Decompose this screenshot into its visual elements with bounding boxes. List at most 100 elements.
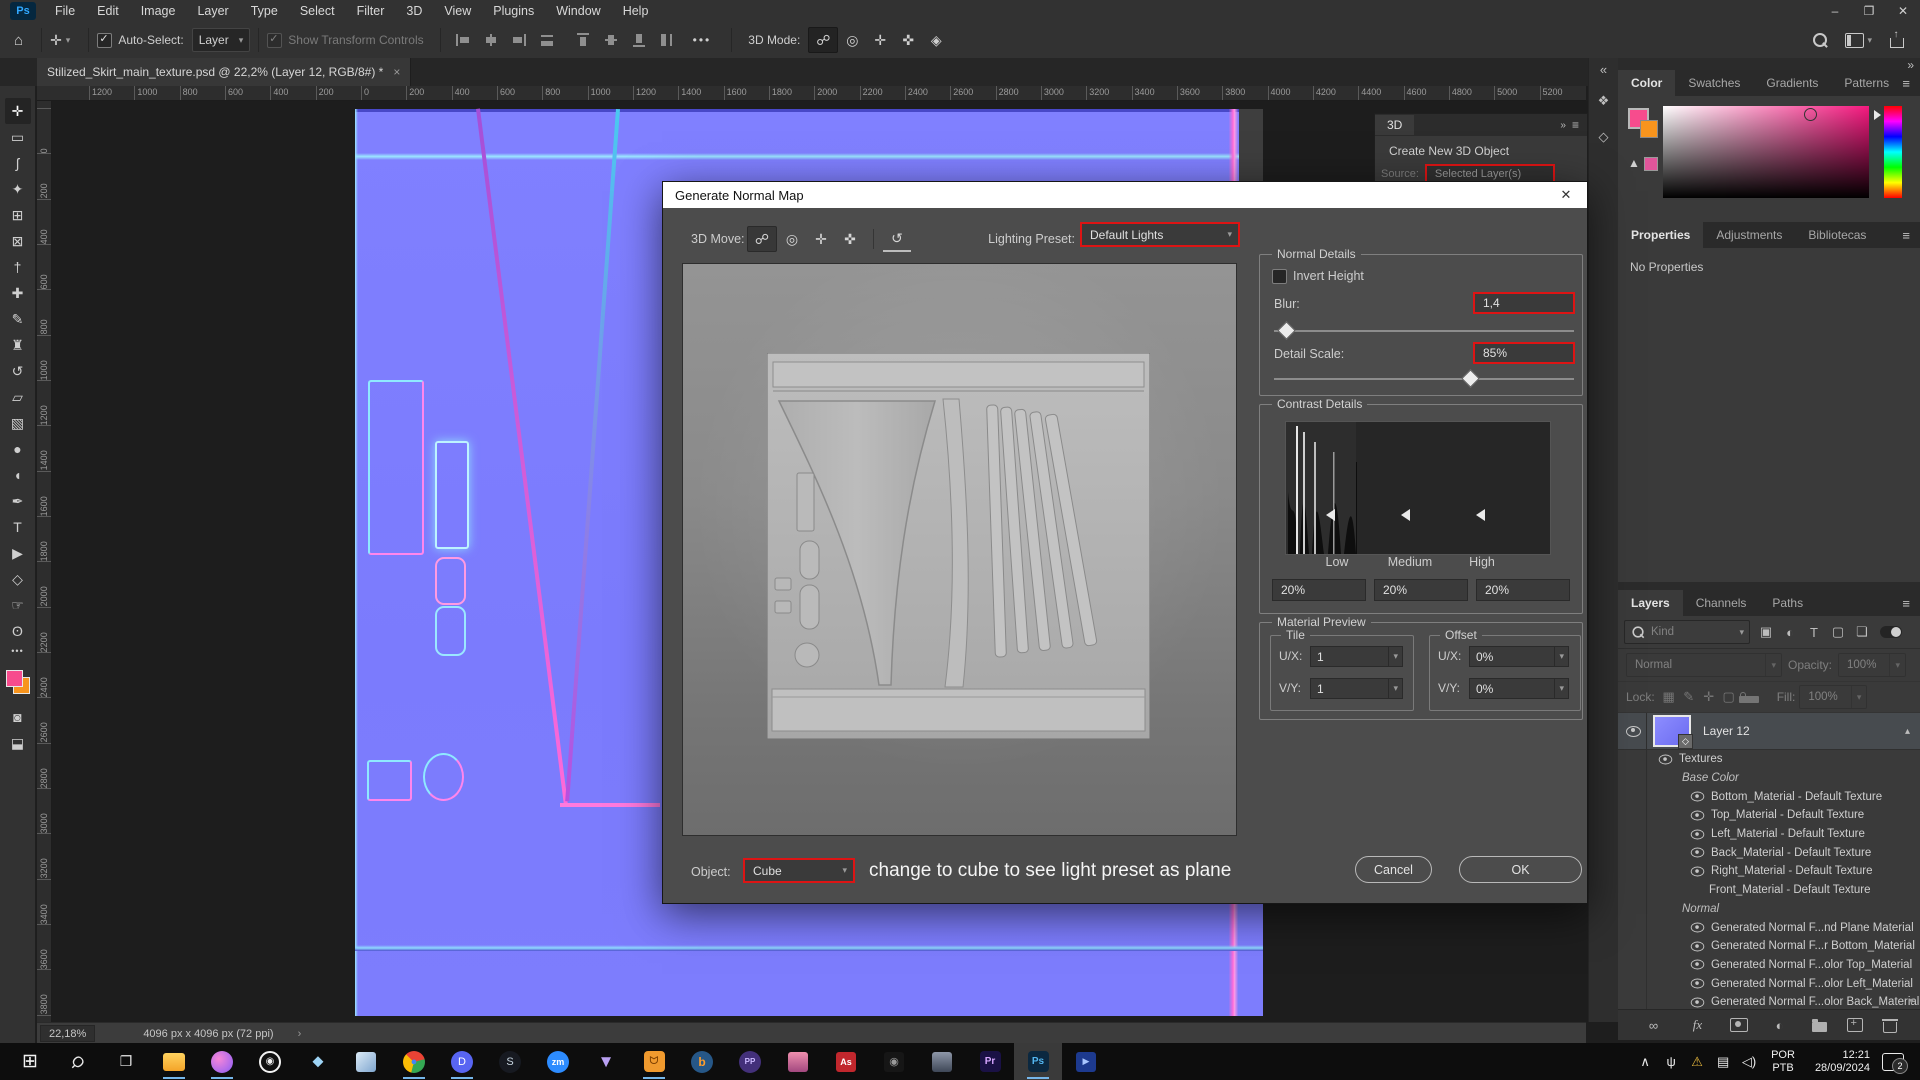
more-align-options-icon[interactable]: ••• <box>693 33 712 47</box>
start-button[interactable]: ⊞ <box>6 1043 54 1080</box>
panel-tab[interactable]: Channels <box>1683 590 1760 616</box>
search-button[interactable]: Ϙ <box>54 1043 102 1080</box>
align-top-icon[interactable] <box>576 32 590 48</box>
panel-tab[interactable]: Swatches <box>1675 70 1753 96</box>
layer-sub-row[interactable]: Generated Normal F...nd Plane Material <box>1618 918 1920 937</box>
invert-height-checkbox[interactable] <box>1272 269 1287 284</box>
menu-item[interactable]: Type <box>240 4 289 18</box>
menu-item[interactable]: 3D <box>395 4 433 18</box>
visibility-eye-icon[interactable] <box>1691 848 1705 858</box>
home-icon[interactable]: ⌂ <box>14 32 23 49</box>
menu-item[interactable]: Layer <box>186 4 239 18</box>
background-color-swatch[interactable] <box>1640 120 1658 138</box>
brush-tool[interactable]: ✎ <box>5 306 31 332</box>
low-contrast-field[interactable]: 20% <box>1272 579 1366 601</box>
restore-button[interactable]: ❐ <box>1852 0 1886 22</box>
eraser-tool[interactable]: ▱ <box>5 384 31 410</box>
screen-mode-icon[interactable]: ⬓ <box>5 730 31 756</box>
document-tab[interactable]: Stilized_Skirt_main_texture.psd @ 22,2% … <box>37 58 411 86</box>
medium-contrast-field[interactable]: 20% <box>1374 579 1468 601</box>
filter-toggle[interactable] <box>1880 626 1902 638</box>
roll-3d-camera-icon[interactable]: ◎ <box>838 28 866 52</box>
search-icon[interactable] <box>1813 33 1827 47</box>
foreground-color-swatch[interactable] <box>6 670 23 687</box>
panel-tab[interactable]: Layers <box>1618 590 1683 616</box>
gamut-color-swatch[interactable] <box>1644 157 1658 171</box>
layer-sub-row[interactable]: Bottom_Material - Default Texture <box>1618 787 1920 806</box>
panel-menu-icon[interactable]: ≡ <box>1892 222 1920 248</box>
type-tool[interactable]: T <box>5 514 31 540</box>
dialog-title-bar[interactable]: Generate Normal Map <box>663 182 1587 208</box>
lasso-tool[interactable]: ʃ <box>5 150 31 176</box>
blender-app[interactable]: b <box>678 1043 726 1080</box>
game-app[interactable]: ◉ <box>870 1043 918 1080</box>
lighting-preset-dropdown[interactable]: Default Lights ▾ <box>1080 222 1240 247</box>
visibility-eye-icon[interactable] <box>1691 829 1705 839</box>
usb-tray-icon[interactable]: ψ <box>1659 1047 1683 1077</box>
visibility-eye-icon[interactable] <box>1691 810 1705 820</box>
layer-row-selected[interactable]: ◇ Layer 12 ▴ <box>1618 713 1920 750</box>
menu-item[interactable]: Plugins <box>482 4 545 18</box>
blur-slider-thumb[interactable] <box>1277 321 1295 339</box>
volume-tray-icon[interactable]: ◁) <box>1737 1047 1761 1077</box>
layer-sub-row[interactable]: Base Color <box>1618 769 1920 788</box>
file-explorer[interactable] <box>150 1043 198 1080</box>
chrome-browser[interactable]: ● <box>390 1043 438 1080</box>
shape-tool[interactable]: ◇ <box>5 566 31 592</box>
visibility-eye-icon[interactable] <box>1659 754 1673 764</box>
visibility-eye-icon[interactable] <box>1691 792 1705 802</box>
filter-adjustment-layers-icon[interactable]: ◐ <box>1778 621 1802 643</box>
close-button[interactable]: ✕ <box>1886 0 1920 22</box>
offset-vy-dropdown[interactable]: 0%▾ <box>1469 678 1569 699</box>
layer-thumbnail[interactable]: ◇ <box>1653 715 1691 747</box>
menu-item[interactable]: Edit <box>86 4 130 18</box>
layer-sub-row[interactable]: Generated Normal F...olor Left_Material <box>1618 974 1920 993</box>
zoom-3d-camera-icon[interactable]: ◈ <box>922 28 950 52</box>
layer-sub-row[interactable]: Left_Material - Default Texture <box>1618 825 1920 844</box>
layer-style-icon[interactable]: fx <box>1686 1014 1710 1036</box>
tile-vy-dropdown[interactable]: 1▾ <box>1310 678 1403 699</box>
visibility-eye-icon[interactable] <box>1691 979 1705 989</box>
collapsed-panel-icon-2[interactable]: ◇ <box>1593 126 1615 148</box>
high-contrast-field[interactable]: 20% <box>1476 579 1570 601</box>
path-selection-tool[interactable]: ▶ <box>5 540 31 566</box>
move-tool[interactable]: ✛ <box>5 98 31 124</box>
menu-item[interactable]: View <box>433 4 482 18</box>
reset-camera-icon[interactable]: ↺ <box>883 226 911 252</box>
scroll-down-chevron-icon[interactable]: ▾ <box>1909 996 1914 1007</box>
menu-item[interactable]: Window <box>545 4 611 18</box>
align-bottom-icon[interactable] <box>632 32 646 48</box>
menu-item[interactable]: Help <box>612 4 660 18</box>
saturation-brightness-field[interactable] <box>1663 106 1869 198</box>
filter-smart-objects-icon[interactable]: ❏ <box>1850 621 1874 643</box>
high-contrast-marker[interactable] <box>1476 509 1485 521</box>
quick-mask-icon[interactable]: ◙ <box>5 704 31 730</box>
detail-scale-field[interactable]: 85% <box>1473 342 1575 364</box>
eyedropper-tool[interactable]: † <box>5 254 31 280</box>
lock-all-icon[interactable] <box>1739 696 1759 703</box>
pan-3d-camera-icon[interactable]: ✛ <box>866 28 894 52</box>
panel-tab[interactable]: Bibliotecas <box>1795 222 1879 248</box>
filter-type-layers-icon[interactable]: T <box>1802 621 1826 643</box>
security-shield-icon[interactable]: ⚠ <box>1685 1047 1709 1077</box>
filter-shape-layers-icon[interactable]: ▢ <box>1826 621 1850 643</box>
visibility-eye-icon[interactable] <box>1691 923 1705 933</box>
minimize-button[interactable]: – <box>1818 0 1852 22</box>
obs-studio[interactable]: ◉ <box>246 1043 294 1080</box>
link-layers-icon[interactable]: ∞ <box>1642 1014 1666 1036</box>
delete-layer-icon[interactable] <box>1883 1022 1897 1033</box>
align-middle-icon[interactable] <box>604 32 618 48</box>
crop-tool[interactable]: ⊞ <box>5 202 31 228</box>
panel-tab[interactable]: Gradients <box>1753 70 1831 96</box>
fill-field[interactable]: 100%▾ <box>1799 685 1867 709</box>
layer-sub-row[interactable]: Generated Normal F...olor Back_Material <box>1618 993 1920 1009</box>
panel-tab[interactable]: Paths <box>1759 590 1816 616</box>
orbit-3d-camera-icon[interactable]: ☍ <box>747 226 777 252</box>
panel-menu-icon[interactable]: ≡ <box>1892 590 1920 616</box>
layer-sub-row[interactable]: Textures <box>1618 750 1920 769</box>
blur-tool[interactable]: ● <box>5 436 31 462</box>
menu-item[interactable]: Image <box>130 4 187 18</box>
picture-app-2[interactable] <box>918 1043 966 1080</box>
collapse-layer-chevron-icon[interactable]: ▴ <box>1905 726 1910 737</box>
paint-app[interactable] <box>198 1043 246 1080</box>
